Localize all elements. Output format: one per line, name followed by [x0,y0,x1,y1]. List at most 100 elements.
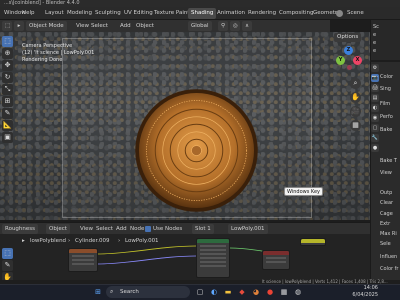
scene-props-icon[interactable]: ◐ [371,104,379,112]
prop-output[interactable]: Outp [380,190,392,196]
proportional-edit-icon[interactable]: ◎ [230,21,240,31]
perspective-grid-icon[interactable]: ▦ [350,120,361,131]
start-icon[interactable]: ⊞ [92,286,104,298]
viewport-menu-view[interactable]: View [76,21,89,31]
app2-icon[interactable]: ▦ [278,286,290,298]
breadcrumb-object[interactable]: Cylinder.009 [75,236,110,246]
prop-max-ray[interactable]: Max Ri [380,231,397,237]
tab-sculpting[interactable]: Sculpting [92,8,124,19]
taskbar-search[interactable]: Search [106,286,190,298]
viewport-menu-select[interactable]: Select [91,21,108,31]
editor-type-icon[interactable]: ⬚ [2,21,12,31]
breadcrumb-sep: › [118,238,121,244]
prop-view[interactable]: View [380,170,392,176]
cursor-icon[interactable]: ⊕ [2,48,13,59]
node-small[interactable] [300,238,326,246]
prop-bake[interactable]: Bake [380,127,392,133]
prop-film[interactable]: Film [380,101,390,107]
output-icon[interactable]: 🖨 [371,84,379,92]
node-annotate-icon[interactable]: ✎ [2,260,13,271]
rotate-icon[interactable]: ↻ [2,72,13,83]
prop-clear[interactable]: Clear [380,200,393,206]
mode-dropdown[interactable]: Object Mode [26,21,67,31]
prop-selected[interactable]: Sele [380,241,391,247]
node-menu-node[interactable]: Node [130,224,144,234]
use-nodes-checkbox[interactable] [145,226,151,232]
scale-icon[interactable]: ⤡ [2,84,13,95]
menu-help[interactable]: Help [20,8,37,19]
prop-bake-type[interactable]: Bake T [380,158,397,164]
prop-color[interactable]: Color [380,74,393,80]
task-view-icon[interactable]: ▢ [194,286,206,298]
tab-modeling[interactable]: Modeling [64,8,95,19]
gizmo-z-axis[interactable]: Z [344,46,353,55]
prop-color-from[interactable]: Color fr [380,266,398,272]
snap-icon[interactable]: ⚲ [218,21,228,31]
node-material-output[interactable] [262,250,290,270]
annotate-icon[interactable]: ✎ [2,108,13,119]
outliner-item[interactable]: e [373,40,376,47]
prop-performance[interactable]: Perfo [380,114,393,120]
object-props-icon[interactable]: ▢ [371,124,379,132]
app3-icon[interactable]: ◍ [292,286,304,298]
scene-selector[interactable]: Scene [345,8,366,19]
options-dropdown[interactable]: Options [334,33,362,42]
coin-object[interactable] [134,88,259,213]
prop-cage[interactable]: Cage [380,211,393,217]
tool-settings-icon[interactable]: ⚙ [371,64,379,72]
material-icon[interactable]: ● [371,144,379,152]
outliner-item[interactable]: Sc [373,24,379,31]
slot-dropdown[interactable]: Slot 1 [192,224,214,234]
blender-icon[interactable]: ◕ [250,286,262,298]
file-explorer-icon[interactable]: ▬ [222,286,234,298]
move-icon[interactable]: ✥ [2,60,13,71]
modifier-icon[interactable]: 🔧 [371,134,379,142]
material-selector[interactable]: LowPoly.001 [228,224,268,234]
object-dropdown[interactable]: Object [46,224,70,234]
node-principled-bsdf[interactable] [196,238,230,278]
tab-animation[interactable]: Animation [214,8,248,19]
breadcrumb-blend[interactable]: lowPolyblend [30,236,66,246]
viewport-menu-add[interactable]: Add [120,21,131,31]
node-image-texture[interactable] [68,248,98,272]
prop-influence[interactable]: Influen [380,254,397,260]
falloff-icon[interactable]: ∧ [242,21,252,31]
viewport-menu-object[interactable]: Object [136,21,154,31]
tab-layout[interactable]: Layout [42,8,67,19]
prop-sing[interactable]: Sing [380,86,391,92]
select-box-icon[interactable]: ⬚ [2,36,13,47]
prop-extrusion[interactable]: Extr [380,221,390,227]
outliner-item[interactable]: e [373,32,376,39]
tab-texture-paint[interactable]: Texture Paint [151,8,193,19]
tab-shading[interactable]: Shading [188,8,217,19]
transform-icon[interactable]: ⊞ [2,96,13,107]
add-cube-icon[interactable]: ▣ [2,132,13,143]
breadcrumb-file-icon: ▸ [22,238,25,244]
world-icon[interactable]: ◉ [371,114,379,122]
gizmo-neg-x[interactable] [347,65,352,70]
shader-dropdown[interactable]: Roughness [2,224,39,234]
tab-rendering[interactable]: Rendering [245,8,279,19]
measure-icon[interactable]: 📐 [2,120,13,131]
edge-icon[interactable]: ◐ [208,286,220,298]
gizmo-x-axis[interactable]: X [353,56,362,65]
pan-hand-icon[interactable]: ✋ [350,92,361,103]
system-tray[interactable]: 14:06 6/04/2025 [318,285,378,299]
node-menu-select[interactable]: Select [96,224,113,234]
zoom-icon[interactable]: ⌕ [350,78,361,89]
orientation-dropdown[interactable]: Global [188,21,212,31]
node-menu-view[interactable]: View [80,224,93,234]
viewport-3d[interactable]: Camera Perspective (12) 'lt science | Lo… [0,32,370,220]
node-select-icon[interactable]: ⬚ [2,248,13,259]
outliner-item[interactable]: e [373,48,376,55]
gizmo-y-axis[interactable]: Y [336,56,345,65]
app-icon[interactable]: ◆ [236,286,248,298]
breadcrumb-material[interactable]: LowPoly.001 [125,236,159,246]
view-layer-icon[interactable]: ▤ [371,94,379,102]
chrome-icon[interactable]: ● [264,286,276,298]
navigation-gizmo[interactable]: Z X Y [336,46,362,72]
camera-view-icon[interactable]: 🎥 [350,106,361,117]
render-icon[interactable]: 📷 [371,74,379,82]
node-menu-add[interactable]: Add [116,224,127,234]
cursor-tool-icon[interactable]: ▸ [14,21,24,31]
